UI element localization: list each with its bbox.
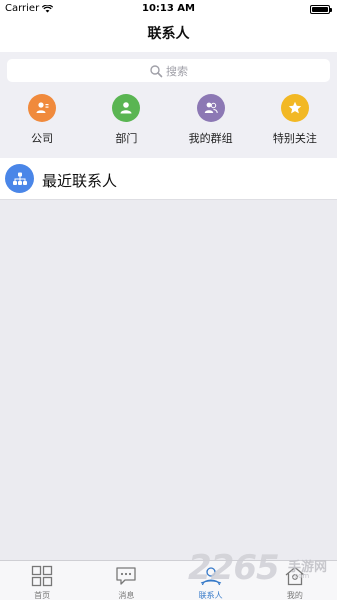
navigation-bar: 联系人	[0, 18, 337, 52]
search-input[interactable]: 搜索	[7, 59, 330, 82]
home-icon	[285, 566, 305, 586]
search-area: 搜索	[0, 52, 337, 88]
recent-contacts-label: 最近联系人	[42, 172, 118, 190]
contact-list-area	[0, 200, 337, 560]
quick-action-label: 公司	[31, 132, 54, 145]
quick-action-label: 我的群组	[188, 132, 233, 145]
quick-actions: 公司 部门 我的群组 特别关注	[0, 88, 337, 158]
company-icon	[28, 94, 57, 122]
org-tree-icon	[5, 164, 34, 193]
search-placeholder: 搜索	[166, 64, 188, 78]
tab-bar: 首页 消息 联系人 我的	[0, 560, 337, 600]
tab-mine[interactable]: 我的	[253, 561, 337, 600]
quick-action-special-follow[interactable]: 特别关注	[253, 88, 337, 158]
group-icon	[196, 94, 225, 122]
status-clock: 10:13 AM	[141, 3, 195, 14]
tab-contacts[interactable]: 联系人	[169, 561, 253, 600]
quick-action-company[interactable]: 公司	[0, 88, 84, 158]
tab-label: 联系人	[198, 591, 223, 600]
search-icon	[150, 64, 163, 77]
chat-icon	[116, 567, 137, 585]
tab-label: 消息	[118, 591, 135, 600]
tab-home[interactable]: 首页	[0, 561, 84, 600]
quick-action-my-groups[interactable]: 我的群组	[169, 88, 253, 158]
battery-level	[312, 7, 328, 12]
quick-action-label: 部门	[115, 132, 138, 145]
battery-icon	[310, 5, 332, 14]
tab-label: 首页	[34, 591, 51, 600]
tab-messages[interactable]: 消息	[84, 561, 168, 600]
grid-icon	[31, 565, 53, 587]
department-icon	[112, 94, 141, 122]
quick-action-label: 特别关注	[272, 132, 317, 145]
star-icon	[280, 94, 309, 122]
contacts-icon	[200, 567, 221, 586]
quick-action-department[interactable]: 部门	[84, 88, 168, 158]
status-bar: Carrier 10:13 AM	[0, 0, 337, 18]
page-title: 联系人	[147, 26, 190, 42]
recent-contacts-row[interactable]: 最近联系人	[0, 158, 337, 200]
tab-label: 我的	[286, 591, 303, 600]
